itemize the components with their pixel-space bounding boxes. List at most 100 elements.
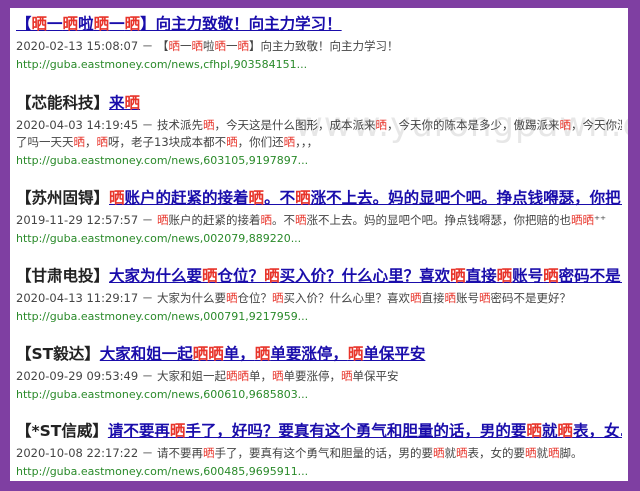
keyword-highlight: 晒 <box>168 39 180 53</box>
result-title-link[interactable]: 晒账户的赶紧的接着晒。不晒涨不上去。妈的显吧个吧。挣点钱嘚瑟，你把... <box>109 189 622 207</box>
result-title-link[interactable]: 大家为什么要晒仓位？晒买入价？什么心里？喜欢晒直接晒账号晒密码不是... <box>109 267 622 285</box>
text-segment: 直接 <box>465 267 497 285</box>
text-segment: 2019-11-29 12:57:57 － <box>16 213 157 227</box>
text-segment: 就 <box>541 422 558 440</box>
result-url[interactable]: http://guba.eastmoney.com/news,603105,91… <box>16 153 622 168</box>
text-segment: 账号 <box>455 291 479 305</box>
text-segment: ，今天这是什么图形，成本派来 <box>214 118 376 132</box>
keyword-highlight: 晒 <box>124 15 141 33</box>
text-segment: 了吗一天天 <box>16 135 74 149</box>
stock-tag: 【芯能科技】 <box>16 94 110 112</box>
text-segment: 请不要再 <box>107 422 170 440</box>
keyword-highlight: 晒 <box>409 291 422 305</box>
result-title-link[interactable]: 请不要再晒手了，好吗？要真有这个勇气和胆量的话，男的要晒就晒表，女... <box>108 422 622 440</box>
keyword-highlight: 晒 <box>526 422 542 440</box>
result-snippet: 2020-09-29 09:53:49 － 大家和姐一起晒晒单，晒单要涨停，晒单… <box>16 368 622 384</box>
text-segment: ，今天你湿 <box>570 118 622 132</box>
text-segment: 单保平安 <box>352 369 399 383</box>
result-url[interactable]: http://guba.eastmoney.com/news,cfhpl,903… <box>16 57 622 72</box>
stock-tag: 【甘肃电投】 <box>16 267 110 285</box>
text-segment: 一 <box>225 39 238 53</box>
text-segment: 单保平安 <box>363 345 426 363</box>
keyword-highlight: 晒 <box>264 267 280 285</box>
keyword-highlight: 晒 <box>254 345 271 363</box>
result-snippet: 2020-02-13 15:08:07 － 【晒一晒啦晒一晒】向主力致敬！向主力… <box>16 38 622 54</box>
text-segment: 。不 <box>264 189 296 207</box>
result-item: 【ST毅达】大家和姐一起晒晒单，晒单要涨停，晒单保平安 2020-09-29 0… <box>16 344 622 402</box>
text-segment: 表，女... <box>572 422 622 440</box>
result-title-link[interactable]: 来晒 <box>109 94 140 112</box>
result-title[interactable]: 【芯能科技】来晒 <box>16 93 622 113</box>
result-title[interactable]: 【*ST信威】请不要再晒手了，好吗？要真有这个勇气和胆量的话，男的要晒就晒表，女… <box>16 421 622 441</box>
keyword-highlight: 晒 <box>109 189 125 207</box>
text-segment: 密码不是更好？ <box>490 291 571 305</box>
text-segment: 2020-09-29 09:53:49 － 大家和姐一起 <box>16 369 226 383</box>
keyword-highlight: 晒 <box>295 189 311 207</box>
keyword-highlight: 晒 <box>347 345 364 363</box>
keyword-highlight: 晒 <box>93 15 110 33</box>
keyword-highlight: 晒 <box>156 213 169 227</box>
text-segment: 2020-02-13 15:08:07 － 【 <box>16 39 169 53</box>
keyword-highlight: 晒 <box>191 39 203 53</box>
keyword-highlight: 晒 <box>96 135 109 149</box>
stock-tag: 【*ST信威】 <box>16 422 108 440</box>
keyword-highlight: 晒 <box>294 213 307 227</box>
text-segment: 【 <box>16 15 32 33</box>
text-segment: 一 <box>109 15 125 33</box>
text-segment: 啦 <box>202 39 215 53</box>
keyword-highlight: 晒 <box>124 94 141 112</box>
keyword-highlight: 晒 <box>496 267 513 285</box>
keyword-highlight: 晒 <box>543 267 559 285</box>
result-item: 【*ST信威】请不要再晒手了，好吗？要真有这个勇气和胆量的话，男的要晒就晒表，女… <box>16 421 622 479</box>
result-url[interactable]: http://guba.eastmoney.com/news,000791,92… <box>16 309 622 324</box>
keyword-highlight: 晒 <box>271 369 284 383</box>
keyword-highlight: 晒 <box>455 446 468 460</box>
result-title[interactable]: 【ST毅达】大家和姐一起晒晒单，晒单要涨停，晒单保平安 <box>16 344 622 364</box>
result-url[interactable]: http://guba.eastmoney.com/news,002079,88… <box>16 231 622 246</box>
text-segment: 仓位？ <box>237 291 272 305</box>
keyword-highlight: 晒 <box>260 213 272 227</box>
keyword-highlight: 晒 <box>237 39 249 53</box>
result-snippet: 2020-04-13 11:29:17 － 大家为什么要晒仓位？晒买入价？什么心… <box>16 290 622 306</box>
stock-tag: 【苏州固锝】 <box>16 189 110 207</box>
result-title[interactable]: 【苏州固锝】晒账户的赶紧的接着晒。不晒涨不上去。妈的显吧个吧。挣点钱嘚瑟，你把.… <box>16 188 622 208</box>
text-segment: 2020-04-03 14:19:45 － 技术派先 <box>16 118 203 132</box>
keyword-highlight: 晒 <box>547 446 560 460</box>
result-title[interactable]: 【晒一晒啦晒一晒】向主力致敬！向主力学习！ <box>16 14 622 34</box>
text-segment: 脚。 <box>559 446 583 460</box>
keyword-highlight: 晒晒 <box>225 369 249 383</box>
text-segment: ，你们还 <box>237 135 284 149</box>
keyword-highlight: 晒 <box>202 446 215 460</box>
result-snippet: 2019-11-29 12:57:57 － 晒账户的赶紧的接着晒。不晒涨不上去。… <box>16 212 622 228</box>
text-segment: 表，女的要 <box>467 446 525 460</box>
keyword-highlight: 晒 <box>62 15 79 33</box>
text-segment: 单要涨停， <box>270 345 348 363</box>
keyword-highlight: 晒 <box>375 118 387 132</box>
text-segment: 账户的赶紧的接着 <box>168 213 261 227</box>
result-title[interactable]: 【甘肃电投】大家为什么要晒仓位？晒买入价？什么心里？喜欢晒直接晒账号晒密码不是.… <box>16 266 622 286</box>
result-title-link[interactable]: 大家和姐一起晒晒单，晒单要涨停，晒单保平安 <box>100 345 426 363</box>
keyword-highlight: 晒 <box>31 15 48 33</box>
text-segment: ，，， <box>295 135 319 149</box>
text-segment: 账号 <box>512 267 544 285</box>
text-segment: 直接 <box>421 291 445 305</box>
result-title-link[interactable]: 【晒一晒啦晒一晒】向主力致敬！向主力学习！ <box>16 15 342 33</box>
text-segment: 仓位？ <box>217 267 265 285</box>
text-segment: 来 <box>109 94 125 112</box>
keyword-highlight: 晒 <box>73 135 86 149</box>
text-segment: ，今天你的陈本是多少，傲踢派来 <box>386 118 560 132</box>
text-segment: 一 <box>179 39 192 53</box>
result-item: 【苏州固锝】晒账户的赶紧的接着晒。不晒涨不上去。妈的显吧个吧。挣点钱嘚瑟，你把.… <box>16 188 622 246</box>
result-url[interactable]: http://guba.eastmoney.com/news,600485,96… <box>16 464 622 479</box>
keyword-highlight: 晒 <box>214 39 226 53</box>
keyword-highlight: 晒 <box>202 267 218 285</box>
keyword-highlight: 晒晒 <box>570 213 594 227</box>
keyword-highlight: 晒 <box>340 369 353 383</box>
stock-tag: 【ST毅达】 <box>16 345 100 363</box>
keyword-highlight: 晒 <box>450 267 466 285</box>
keyword-highlight: 晒 <box>283 135 296 149</box>
keyword-highlight: 晒 <box>444 291 456 305</box>
text-segment: ， <box>85 135 97 149</box>
result-url[interactable]: http://guba.eastmoney.com/news,600610,96… <box>16 387 622 402</box>
text-segment: 单， <box>223 345 255 363</box>
